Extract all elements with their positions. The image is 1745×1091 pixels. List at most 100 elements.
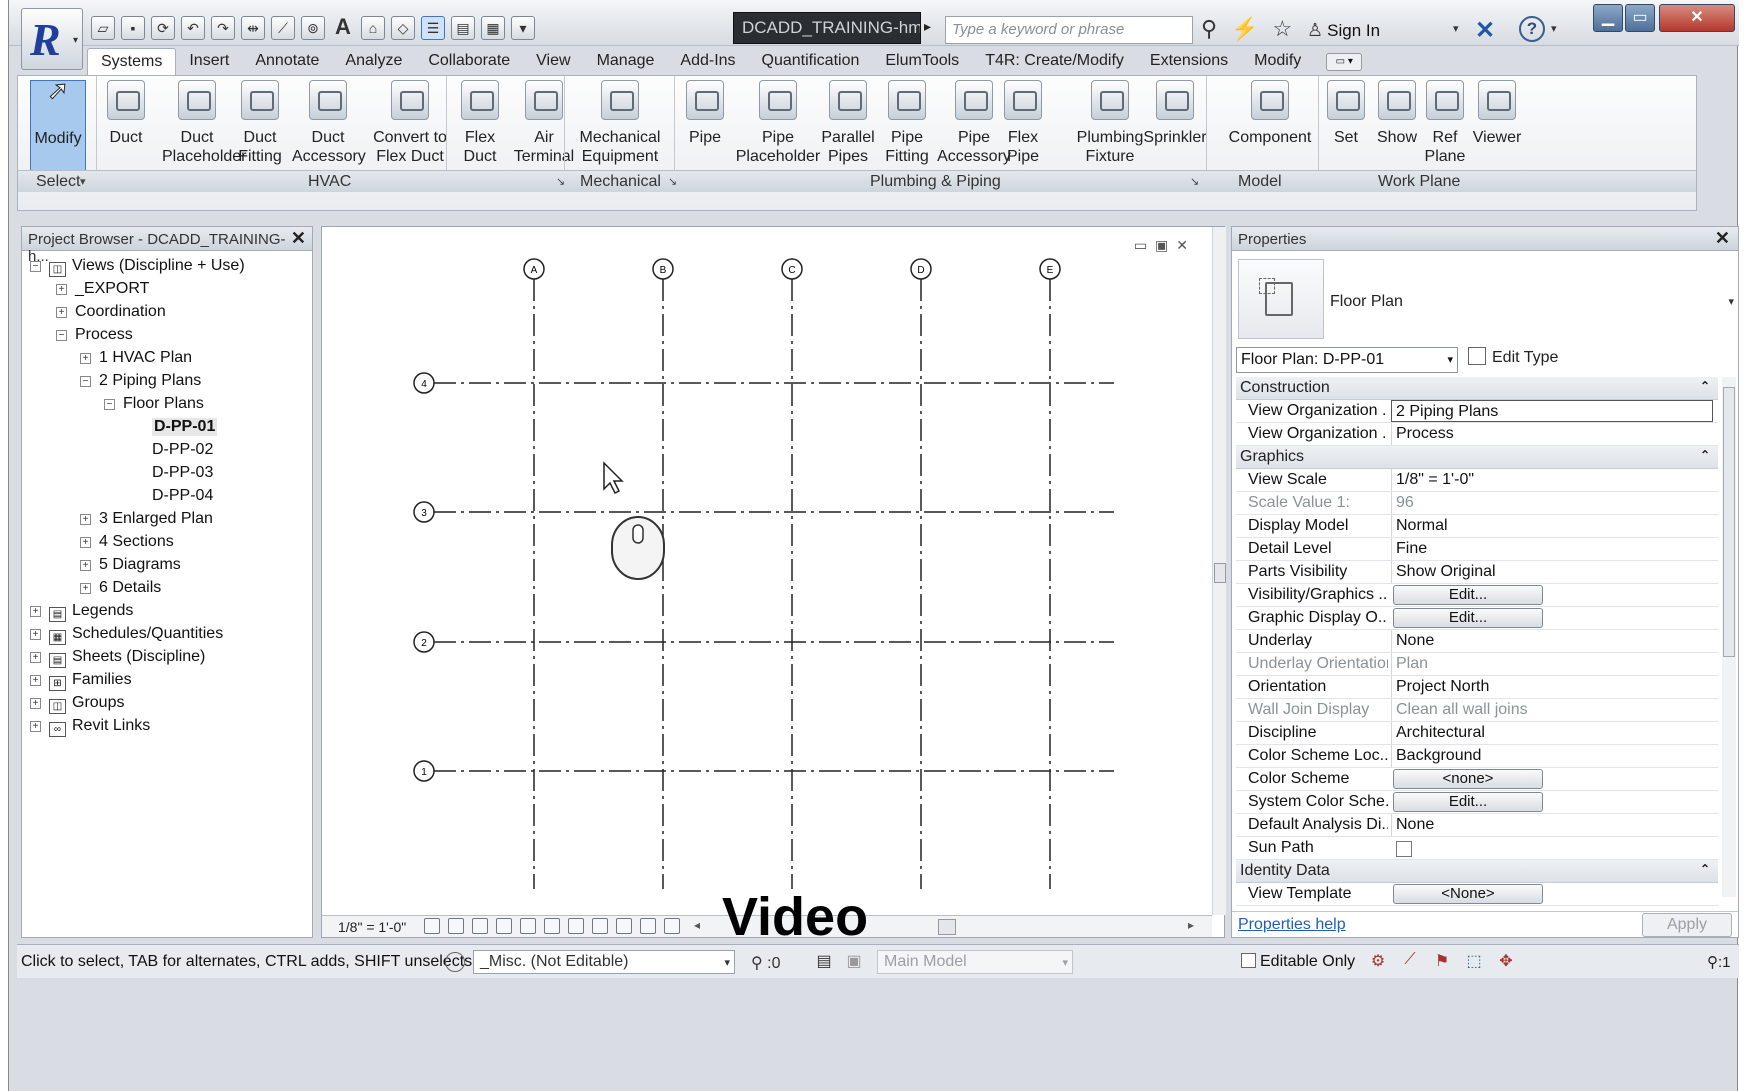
chevron-down-icon[interactable]: ▾ bbox=[1728, 295, 1734, 308]
expand-icon[interactable]: + bbox=[30, 606, 41, 617]
tree-item-legends[interactable]: + ▤ Legends bbox=[30, 602, 133, 622]
save-icon[interactable]: ▪ bbox=[121, 16, 145, 40]
selection-count[interactable]: ⚲ :0 bbox=[751, 953, 781, 973]
section-icon[interactable]: ◇ bbox=[391, 16, 415, 40]
tree-item-groups[interactable]: + ◫ Groups bbox=[30, 694, 124, 714]
property-value[interactable]: Architectural bbox=[1391, 722, 1713, 744]
spot-icon[interactable]: ⊚ bbox=[301, 16, 325, 40]
grid-label-b[interactable]: B bbox=[660, 265, 667, 276]
exclude-options-icon[interactable]: ▣ bbox=[843, 951, 865, 973]
application-menu-button[interactable]: R ▾ bbox=[21, 8, 83, 70]
tree-item-1-hvac-plan[interactable]: +1 HVAC Plan bbox=[80, 349, 192, 367]
tab-quantification[interactable]: Quantification bbox=[749, 48, 873, 76]
visual-style-icon[interactable] bbox=[448, 918, 464, 934]
grid-label-3[interactable]: 3 bbox=[421, 508, 427, 519]
set-button[interactable]: Set bbox=[1324, 80, 1368, 147]
properties-help-link[interactable]: Properties help bbox=[1238, 916, 1346, 934]
editable-only-toggle[interactable]: Editable Only bbox=[1241, 953, 1355, 971]
tab-modify[interactable]: Modify bbox=[1241, 48, 1314, 76]
expand-icon[interactable]: + bbox=[30, 652, 41, 663]
search-input[interactable]: Type a keyword or phrase bbox=[945, 16, 1193, 44]
expand-icon[interactable]: + bbox=[80, 560, 91, 571]
close-icon[interactable]: ✕ bbox=[291, 228, 306, 249]
collapse-icon[interactable]: − bbox=[104, 399, 115, 410]
expand-icon[interactable]: + bbox=[56, 284, 67, 295]
tab-extensions[interactable]: Extensions bbox=[1137, 48, 1241, 76]
tree-item-process[interactable]: − Process bbox=[56, 326, 133, 344]
design-options-icon[interactable]: ▤ bbox=[813, 951, 835, 973]
worksets-icon[interactable] bbox=[445, 952, 465, 972]
tree-item-export[interactable]: + _EXPORT bbox=[56, 280, 149, 298]
tree-item-floor-plans[interactable]: − Floor Plans bbox=[104, 395, 204, 413]
grid-label-a[interactable]: A bbox=[531, 265, 538, 276]
tab-add-ins[interactable]: Add-Ins bbox=[667, 48, 748, 76]
analysis-display-icon[interactable] bbox=[664, 918, 680, 934]
sun-path-checkbox[interactable] bbox=[1396, 841, 1412, 857]
duct-placeholder-button[interactable]: Duct Placeholder bbox=[162, 80, 247, 166]
duct-button[interactable]: Duct bbox=[96, 80, 156, 147]
collapse-icon[interactable]: − bbox=[30, 261, 41, 272]
tree-item-families[interactable]: + ⊞ Families bbox=[30, 671, 132, 691]
tab-analyze[interactable]: Analyze bbox=[332, 48, 415, 76]
grid-label-e[interactable]: E bbox=[1047, 265, 1054, 276]
convert-to-flex-duct-button[interactable]: Convert to Flex Duct bbox=[362, 80, 458, 166]
tree-item-d-pp-03[interactable]: D-PP-03 bbox=[152, 464, 213, 482]
grid-label-1[interactable]: 1 bbox=[421, 767, 427, 778]
exchange-apps-icon[interactable]: ✕ bbox=[1475, 16, 1495, 45]
mechanical-settings-icon[interactable]: ↘ bbox=[668, 175, 677, 188]
tree-item-4-sections[interactable]: +4 Sections bbox=[80, 533, 174, 551]
expand-icon[interactable]: + bbox=[80, 514, 91, 525]
expand-icon[interactable]: + bbox=[80, 583, 91, 594]
chevron-down-icon[interactable]: ▾ bbox=[1453, 22, 1459, 35]
tree-item-3-enlarged-plan[interactable]: +3 Enlarged Plan bbox=[80, 510, 213, 528]
collapse-group-icon[interactable]: ⌃ bbox=[1700, 448, 1710, 462]
pipe-placeholder-button[interactable]: Pipe Placeholder bbox=[732, 80, 824, 166]
property-value[interactable]: 1/8" = 1'-0" bbox=[1391, 469, 1713, 491]
tab-systems[interactable]: Systems bbox=[87, 48, 177, 76]
temp-hide-icon[interactable] bbox=[592, 918, 608, 934]
type-selector-name[interactable]: Floor Plan bbox=[1330, 293, 1403, 311]
scroll-left-icon[interactable]: ◂ bbox=[694, 918, 700, 932]
shadows-icon[interactable] bbox=[496, 918, 512, 934]
vertical-scrollbar[interactable] bbox=[1212, 227, 1226, 915]
property-group-identity-data[interactable]: Identity Data ⌃ bbox=[1236, 860, 1718, 883]
tab-collaborate[interactable]: Collaborate bbox=[415, 48, 523, 76]
crop-view-icon[interactable] bbox=[520, 918, 536, 934]
tree-item-d-pp-02[interactable]: D-PP-02 bbox=[152, 441, 213, 459]
temp-properties-icon[interactable] bbox=[640, 918, 656, 934]
property-value[interactable]: None bbox=[1391, 630, 1713, 652]
tab-elumtools[interactable]: ElumTools bbox=[872, 48, 972, 76]
expand-icon[interactable]: + bbox=[80, 537, 91, 548]
tree-item-2-piping-plans[interactable]: −2 Piping Plans bbox=[80, 372, 201, 390]
floor-plan-canvas[interactable]: A B C D E 4 3 2 1 bbox=[322, 227, 1212, 915]
instance-selector[interactable]: Floor Plan: D-PP-01 ▾ bbox=[1236, 347, 1458, 373]
sprinkler-button[interactable]: Sprinkler bbox=[1136, 80, 1214, 147]
tab-manage[interactable]: Manage bbox=[584, 48, 668, 76]
undo-icon[interactable]: ↶ bbox=[181, 16, 205, 40]
panel-select[interactable]: Select bbox=[36, 173, 80, 191]
property-value[interactable]: Project North bbox=[1391, 676, 1713, 698]
edit-type-button[interactable]: Edit Type bbox=[1468, 347, 1558, 367]
property-value[interactable]: Show Original bbox=[1391, 561, 1713, 583]
duct-fitting-button[interactable]: Duct Fitting bbox=[230, 80, 290, 166]
grid-label-4[interactable]: 4 bbox=[421, 379, 427, 390]
filter-count[interactable]: ⚲:1 bbox=[1707, 953, 1731, 971]
tree-item-revit-links[interactable]: + ∞ Revit Links bbox=[30, 717, 150, 737]
pipe-button[interactable]: Pipe bbox=[680, 80, 730, 147]
sun-path-icon[interactable] bbox=[472, 918, 488, 934]
lock-3d-icon[interactable] bbox=[568, 918, 584, 934]
maximize-button[interactable]: ▭ bbox=[1625, 4, 1655, 32]
reveal-hidden-icon[interactable] bbox=[616, 918, 632, 934]
drawing-view[interactable]: ▭▣✕ ABCDE4321 1/8" = 1'-0" ◂ ▸ bbox=[321, 226, 1226, 938]
mechanical-equipment-button[interactable]: Mechanical Equipment bbox=[570, 80, 670, 166]
expand-icon[interactable]: + bbox=[56, 307, 67, 318]
plumbing-settings-icon[interactable]: ↘ bbox=[1190, 175, 1199, 188]
tab-view[interactable]: View bbox=[523, 48, 583, 76]
chevron-down-icon[interactable]: ▾ bbox=[80, 175, 86, 188]
title-expand-icon[interactable]: ▸ bbox=[924, 18, 931, 35]
redo-icon[interactable]: ↷ bbox=[211, 16, 235, 40]
property-edit-button[interactable]: <None> bbox=[1393, 884, 1543, 904]
select-by-face-icon[interactable]: ⬚ bbox=[1463, 951, 1485, 973]
grid-label-2[interactable]: 2 bbox=[421, 638, 427, 649]
favorites-star-icon[interactable]: ☆ bbox=[1273, 16, 1293, 42]
